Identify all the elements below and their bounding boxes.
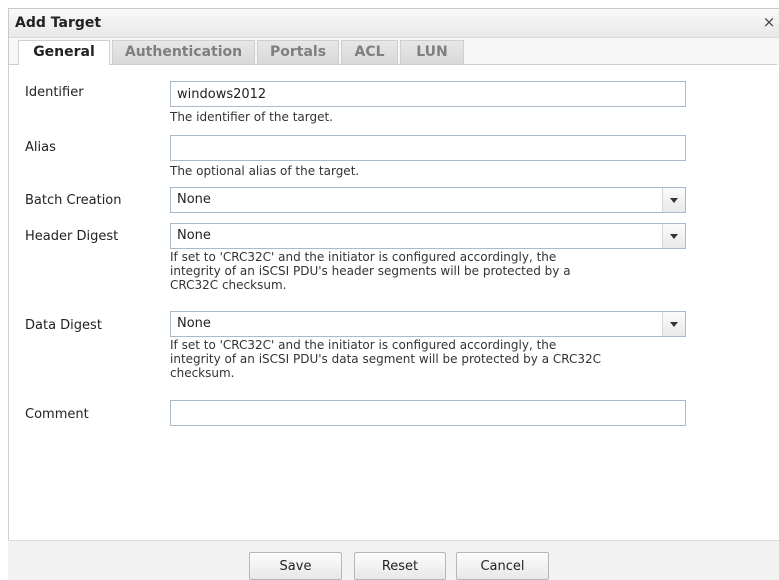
tab-authentication[interactable]: Authentication (112, 40, 255, 64)
identifier-help: The identifier of the target. (170, 110, 333, 124)
header-digest-help: If set to 'CRC32C' and the initiator is … (170, 250, 690, 292)
dialog-footer: Save Reset Cancel (8, 540, 779, 580)
tab-acl[interactable]: ACL (341, 40, 398, 64)
chevron-down-icon[interactable] (662, 224, 685, 248)
batch-creation-select[interactable]: None (170, 187, 686, 213)
identifier-label: Identifier (25, 85, 84, 100)
alias-label: Alias (25, 140, 56, 155)
chevron-down-icon[interactable] (662, 188, 685, 212)
chevron-down-icon[interactable] (662, 312, 685, 336)
reset-button[interactable]: Reset (354, 552, 446, 580)
data-digest-help-line: checksum. (170, 366, 235, 380)
tab-bar: General Authentication Portals ACL LUN (8, 34, 777, 65)
general-panel: Identifier The identifier of the target.… (8, 65, 779, 540)
header-digest-value: None (177, 228, 211, 243)
dialog-title: Add Target (15, 15, 102, 31)
alias-help: The optional alias of the target. (170, 164, 360, 178)
tab-general[interactable]: General (18, 40, 110, 65)
header-digest-help-line: CRC32C checksum. (170, 278, 287, 292)
header-digest-help-line: integrity of an iSCSI PDU's header segme… (170, 264, 571, 278)
save-button[interactable]: Save (249, 552, 342, 580)
header-digest-label: Header Digest (25, 229, 119, 244)
header-digest-select[interactable]: None (170, 223, 686, 249)
alias-input[interactable] (170, 135, 686, 161)
close-icon[interactable]: × (761, 13, 777, 31)
data-digest-help-line: integrity of an iSCSI PDU's data segment… (170, 352, 602, 366)
batch-creation-value: None (177, 192, 211, 207)
identifier-input[interactable] (170, 81, 686, 107)
data-digest-select[interactable]: None (170, 311, 686, 337)
comment-label: Comment (25, 407, 89, 422)
data-digest-value: None (177, 316, 211, 331)
comment-input[interactable] (170, 400, 686, 426)
batch-creation-label: Batch Creation (25, 193, 122, 208)
data-digest-help-line: If set to 'CRC32C' and the initiator is … (170, 338, 557, 352)
tab-lun[interactable]: LUN (400, 40, 464, 64)
data-digest-label: Data Digest (25, 318, 102, 333)
header-digest-help-line: If set to 'CRC32C' and the initiator is … (170, 250, 557, 264)
data-digest-help: If set to 'CRC32C' and the initiator is … (170, 338, 690, 380)
tab-portals[interactable]: Portals (257, 40, 339, 64)
cancel-button[interactable]: Cancel (456, 552, 549, 580)
